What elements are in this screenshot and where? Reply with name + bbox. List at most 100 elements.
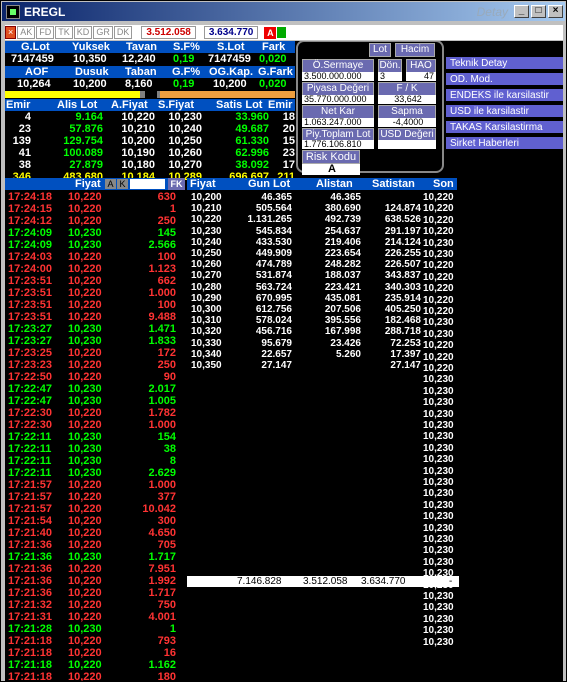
- dist-cell: 10,250: [191, 248, 222, 259]
- trade-lot: 7.951: [148, 563, 176, 575]
- trade-lot: 1.000: [148, 419, 176, 431]
- label-fk: F / K: [378, 82, 436, 96]
- alert-button[interactable]: A: [264, 26, 277, 39]
- trades-k-button[interactable]: K: [117, 179, 128, 189]
- window-title: EREGL: [24, 4, 66, 19]
- trade-row: 17:21:28 10,230 1: [8, 623, 180, 635]
- trade-time: 17:23:51: [8, 287, 53, 299]
- son-cell: 10,230: [423, 397, 454, 409]
- trade-time: 17:24:09: [8, 239, 53, 251]
- trade-lot: 377: [157, 491, 176, 503]
- dist-cell: 395.556: [324, 315, 361, 327]
- trade-lot: 38: [163, 443, 176, 455]
- trade-time: 17:21:31: [8, 611, 53, 623]
- trade-row: 17:22:47 10,230 1.005: [8, 395, 180, 407]
- dist-cell: 435.081: [324, 292, 361, 304]
- trade-time: 17:22:30: [8, 419, 53, 431]
- son-cell: 10,230: [423, 328, 454, 340]
- maximize-button[interactable]: □: [531, 5, 546, 18]
- menu-teknik-detay[interactable]: Teknik Detay: [446, 57, 563, 70]
- tool-gr[interactable]: GR: [93, 26, 113, 39]
- window-title-right: Detay: [476, 4, 508, 19]
- go-arrow-icon[interactable]: [277, 27, 287, 38]
- trade-price: 10,220: [68, 191, 102, 203]
- dist-cell: 167.998: [324, 326, 361, 338]
- trade-price: 10,220: [68, 611, 102, 623]
- trade-price: 10,230: [68, 227, 102, 239]
- trade-row: 17:21:40 10,220 4.650: [8, 527, 180, 539]
- summary2-v4: 10,200: [213, 78, 247, 90]
- trades-fk-button[interactable]: FK: [168, 178, 185, 190]
- depth-cell: 10,230: [168, 111, 202, 123]
- title-bar[interactable]: EREGL Detay _ □ ×: [2, 2, 565, 21]
- trade-row: 17:21:57 10,220 10.042: [8, 503, 180, 515]
- trade-lot: 2.629: [148, 467, 176, 479]
- trade-row: 17:22:30 10,220 1.000: [8, 419, 180, 431]
- depth-cell: 17: [282, 159, 295, 171]
- dist-h1: Gun Lot: [248, 178, 291, 190]
- trades-filter-input[interactable]: [130, 179, 165, 189]
- summary1-v3: 0,19: [173, 53, 195, 65]
- dist-cell: 340.303: [384, 281, 421, 293]
- trade-row: 17:21:36 10,220 1.992: [8, 575, 180, 587]
- trade-price: 10,230: [68, 443, 102, 455]
- dist-cell: 10,310: [191, 315, 222, 327]
- close-button[interactable]: ×: [548, 5, 563, 18]
- trade-price: 10,220: [68, 479, 102, 491]
- trades-a-button[interactable]: A: [105, 179, 116, 189]
- trade-row: 17:24:09 10,230 145: [8, 227, 180, 239]
- son-cell: 10,230: [423, 317, 454, 329]
- trade-price: 10,220: [68, 599, 102, 611]
- summary2-v5: 0,020: [259, 78, 287, 90]
- dist-cell: 10,290: [191, 292, 222, 304]
- depth-cell: 10,210: [121, 123, 155, 135]
- tool-dk[interactable]: DK: [113, 26, 133, 39]
- summary1-v2: 12,240: [122, 53, 156, 65]
- depth-cell: 10,240: [168, 123, 202, 135]
- menu-haberler[interactable]: Sirket Haberleri: [446, 137, 563, 150]
- range-bar: [5, 91, 295, 98]
- trade-time: 17:22:11: [8, 443, 52, 455]
- son-cell: 10,220: [423, 203, 454, 215]
- summary2-v2: 8,160: [125, 78, 153, 90]
- son-cell: 10,230: [423, 556, 454, 568]
- trade-price: 10,230: [68, 467, 102, 479]
- close-x-icon[interactable]: ×: [5, 26, 17, 39]
- toolbar: × AK FD TK KD GR DK 3.512.058 3.634.770 …: [5, 25, 563, 40]
- trade-lot: 90: [163, 371, 176, 383]
- menu-usd[interactable]: USD ile karsilastir: [446, 105, 563, 118]
- trade-lot: 10.042: [142, 503, 176, 515]
- label-sapma: Sapma: [378, 105, 436, 119]
- tool-ak[interactable]: AK: [17, 26, 36, 39]
- dist-h0: Fiyat: [190, 178, 216, 190]
- menu-endeks[interactable]: ENDEKS ile karsilastir: [446, 89, 563, 102]
- menu-takas[interactable]: TAKAS Karsilastirma: [446, 121, 563, 134]
- tab-lot[interactable]: Lot: [369, 43, 391, 57]
- tool-tk[interactable]: TK: [55, 26, 73, 39]
- trade-time: 17:21:57: [8, 491, 53, 503]
- minimize-button[interactable]: _: [514, 5, 529, 18]
- trade-row: 17:24:18 10,220 630: [8, 191, 180, 203]
- son-cell: 10,230: [423, 431, 454, 443]
- dist-cell: 405.250: [384, 304, 421, 315]
- summary1-h0: G.Lot: [21, 41, 50, 53]
- trade-row: 17:21:36 10,220 705: [8, 539, 180, 551]
- price-field-2: 3.634.770: [203, 26, 259, 39]
- menu-od-mod[interactable]: OD. Mod.: [446, 73, 563, 86]
- trade-price: 10,220: [68, 563, 102, 575]
- trade-lot: 250: [157, 215, 176, 227]
- trade-price: 10,220: [68, 275, 102, 287]
- depth-cell: 38.092: [235, 159, 269, 171]
- summary1-v5: 0,020: [259, 53, 287, 65]
- trade-row: 17:21:18 10,220 180: [8, 671, 180, 681]
- tool-fd[interactable]: FD: [36, 26, 55, 39]
- trade-time: 17:22:50: [8, 371, 53, 383]
- son-cell: 10,230: [423, 385, 454, 397]
- dist-cell: 545.834: [255, 225, 292, 237]
- tool-kd[interactable]: KD: [73, 26, 93, 39]
- tab-hacim[interactable]: Hacim: [395, 43, 435, 57]
- trade-price: 10,220: [68, 659, 102, 671]
- trade-lot: 630: [157, 191, 176, 203]
- son-cell: 10,220: [423, 363, 454, 374]
- trade-row: 17:21:31 10,220 4.001: [8, 611, 180, 623]
